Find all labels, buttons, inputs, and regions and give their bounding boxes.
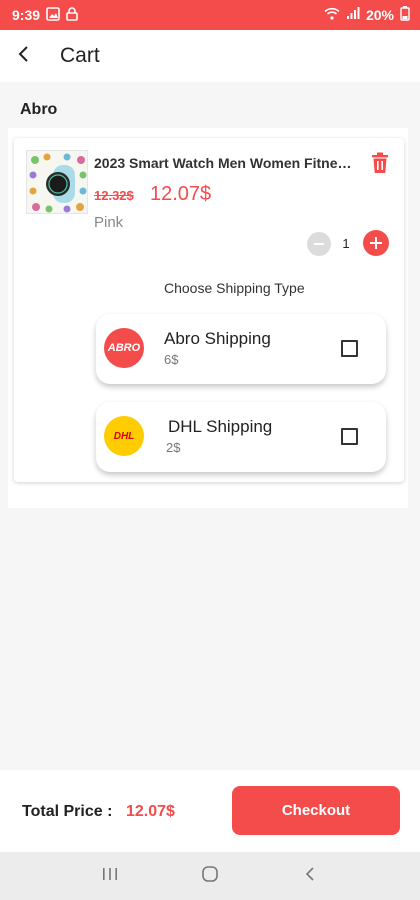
abro-logo: ABRO [104, 328, 144, 368]
decrease-quantity-button[interactable] [307, 232, 331, 256]
checkout-button[interactable]: Checkout [232, 786, 400, 835]
shipping-option-price: 6$ [164, 352, 179, 367]
status-bar-right: 20% [324, 6, 410, 24]
system-back-button[interactable] [290, 856, 330, 896]
recent-apps-button[interactable] [90, 856, 130, 896]
home-icon [201, 865, 219, 888]
original-price: 12.32$ [94, 188, 134, 203]
checkout-bar: Total Price : 12.07$ Checkout [0, 770, 420, 852]
arrow-back-icon [17, 45, 31, 68]
increase-quantity-button[interactable] [363, 230, 389, 256]
shipping-checkbox-dhl[interactable] [341, 428, 358, 445]
back-button[interactable] [4, 36, 44, 76]
total-price-value: 12.07$ [126, 803, 175, 820]
product-name[interactable]: 2023 Smart Watch Men Women Fitness Track… [94, 155, 354, 171]
shipping-option-name: Abro Shipping [164, 329, 271, 348]
lock-notification-icon [66, 6, 78, 24]
product-variant: Pink [94, 214, 124, 231]
image-notification-icon [46, 6, 60, 24]
recent-apps-icon [102, 867, 118, 886]
system-navigation-bar [0, 852, 420, 900]
shipping-option-dhl[interactable]: DHL DHL Shipping 2$ [96, 402, 386, 472]
page-title: Cart [60, 44, 100, 67]
total-price-label: Total Price : [22, 803, 113, 820]
cart-item-card: 2023 Smart Watch Men Women Fitness Track… [14, 138, 404, 482]
chevron-left-icon [304, 866, 316, 887]
wifi-icon [324, 7, 340, 23]
shipping-option-price: 2$ [166, 440, 181, 455]
home-button[interactable] [190, 856, 230, 896]
delete-item-button[interactable] [370, 152, 392, 176]
store-name: Abro [20, 101, 58, 118]
battery-level: 20% [365, 7, 394, 23]
status-bar-left: 9:39 [12, 6, 78, 24]
battery-icon [400, 6, 410, 24]
status-time: 9:39 [12, 7, 41, 23]
shipping-option-name: DHL Shipping [168, 417, 273, 436]
shipping-checkbox-abro[interactable] [341, 340, 358, 357]
product-image[interactable] [26, 150, 88, 214]
shipping-heading: Choose Shipping Type [164, 280, 305, 296]
trash-icon [370, 152, 390, 178]
status-bar: 9:39 20% [0, 0, 420, 30]
dhl-logo: DHL [104, 416, 144, 456]
app-bar: Cart [0, 30, 420, 82]
store-section: 2023 Smart Watch Men Women Fitness Track… [8, 128, 408, 508]
signal-icon [346, 7, 360, 23]
shipping-option-abro[interactable]: ABRO Abro Shipping 6$ [96, 314, 386, 384]
quantity-value: 1 [342, 236, 350, 251]
sale-price: 12.07$ [150, 183, 212, 205]
